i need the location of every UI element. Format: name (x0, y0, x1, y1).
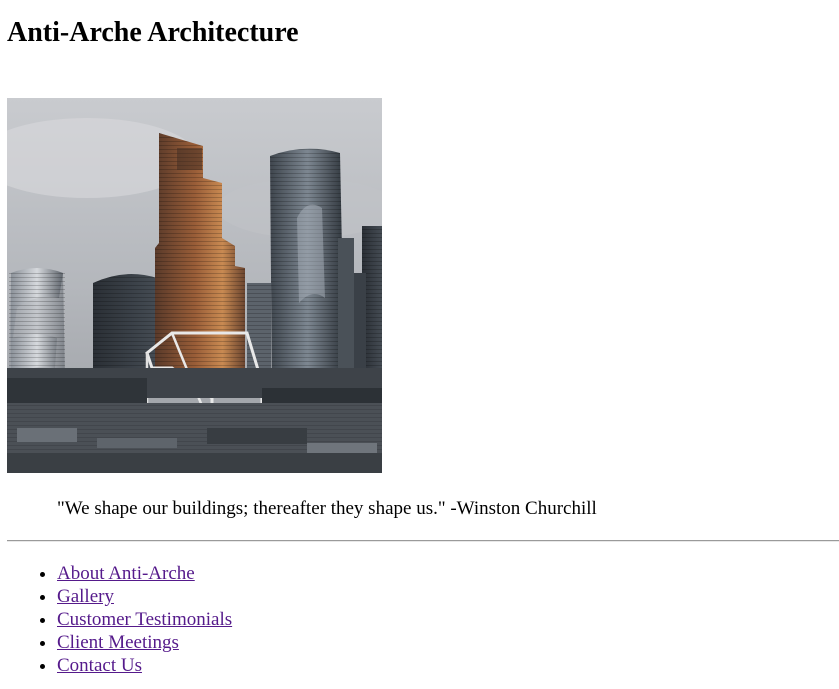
nav-item-contact: Contact Us (57, 654, 232, 677)
customer-testimonials-link[interactable]: Customer Testimonials (57, 609, 232, 630)
about-link[interactable]: About Anti-Arche (57, 563, 195, 584)
site-navigation: About Anti-Arche Gallery Customer Testim… (0, 562, 232, 677)
nav-item-meetings: Client Meetings (57, 631, 232, 654)
section-divider (7, 540, 839, 542)
churchill-quote: "We shape our buildings; thereafter they… (57, 498, 597, 519)
contact-us-link[interactable]: Contact Us (57, 655, 142, 676)
page-title: Anti-Arche Architecture (7, 17, 299, 48)
nav-item-testimonials: Customer Testimonials (57, 608, 232, 631)
nav-item-gallery: Gallery (57, 585, 232, 608)
city-skyline-photo (7, 98, 382, 473)
client-meetings-link[interactable]: Client Meetings (57, 632, 179, 653)
gallery-link[interactable]: Gallery (57, 586, 114, 607)
nav-item-about: About Anti-Arche (57, 562, 232, 585)
